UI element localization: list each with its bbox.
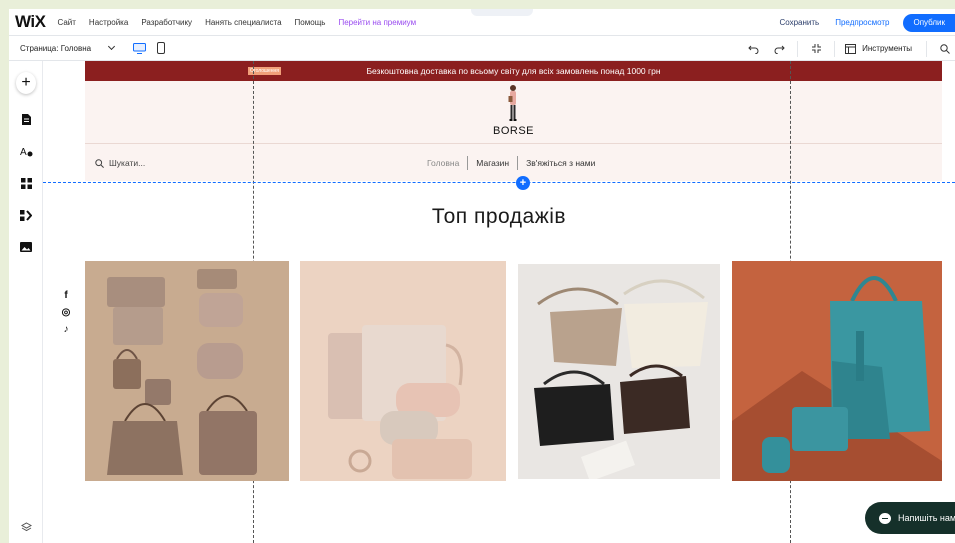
business-tools-icon xyxy=(20,209,32,221)
menu-upgrade[interactable]: Перейти на премиум xyxy=(338,18,416,27)
apps-button[interactable] xyxy=(16,173,36,193)
page-selector-label: Страница: Головна xyxy=(20,43,92,53)
page-icon xyxy=(21,113,31,125)
site-search[interactable]: Шукати... xyxy=(95,144,145,182)
chat-bubble-icon xyxy=(879,512,891,524)
undo-button[interactable] xyxy=(745,41,761,57)
business-button[interactable] xyxy=(16,205,36,225)
toolbar-divider xyxy=(834,40,836,57)
product-image[interactable] xyxy=(518,264,720,479)
site-menu: Головна Магазин Зв'яжіться з нами xyxy=(427,144,595,182)
image-icon xyxy=(20,242,32,252)
nav-divider xyxy=(467,156,469,170)
media-button[interactable] xyxy=(16,237,36,257)
chevron-down-icon xyxy=(108,42,116,51)
toolbar-divider xyxy=(926,40,927,57)
save-button[interactable]: Сохранить xyxy=(779,18,819,27)
section-title: Топ продажів xyxy=(431,205,567,228)
top-notch xyxy=(471,9,533,16)
layers-icon xyxy=(20,521,32,531)
plus-icon: + xyxy=(16,72,36,94)
publish-button[interactable]: Опублик xyxy=(903,13,955,32)
editor-toolbar: Страница: Головна Инструменты xyxy=(9,36,955,61)
pages-button[interactable] xyxy=(16,109,36,129)
zoom-out-button[interactable] xyxy=(808,41,824,57)
editor-frame: WiX Сайт Настройка Разработчику Нанять с… xyxy=(9,9,955,543)
mobile-icon xyxy=(157,42,166,54)
nav-shop[interactable]: Магазин xyxy=(476,158,509,168)
announcement-text: Безкоштовна доставка по всьому світу для… xyxy=(366,66,661,76)
search-icon xyxy=(940,43,950,54)
chat-label: Напишіть нам xyxy=(898,513,955,523)
brand-name: BORSE xyxy=(492,125,534,137)
text-paint-icon: A xyxy=(20,147,32,157)
redo-button[interactable] xyxy=(771,41,787,57)
menu-developer[interactable]: Разработчику xyxy=(141,18,192,27)
facebook-icon[interactable]: f xyxy=(61,290,71,301)
site-navbar: Шукати... Головна Магазин Зв'яжіться з н… xyxy=(85,143,942,181)
design-button[interactable]: A xyxy=(16,141,36,161)
toolbar-divider xyxy=(797,40,799,57)
menu-settings[interactable]: Настройка xyxy=(89,18,128,27)
tools-label: Инструменты xyxy=(862,44,912,53)
product-image[interactable] xyxy=(85,261,289,481)
top-bar: WiX Сайт Настройка Разработчику Нанять с… xyxy=(9,9,955,36)
chat-button[interactable]: Напишіть нам xyxy=(865,502,955,534)
search-placeholder: Шукати... xyxy=(109,158,146,168)
search-button[interactable] xyxy=(937,41,953,57)
product-image[interactable] xyxy=(732,261,942,481)
search-icon xyxy=(95,158,104,168)
desktop-view-button[interactable] xyxy=(132,41,146,55)
menu-site[interactable]: Сайт xyxy=(57,18,75,27)
apps-grid-icon xyxy=(20,177,32,189)
wix-logo[interactable]: WiX xyxy=(15,12,46,32)
brand-logo xyxy=(508,85,517,121)
desktop-icon xyxy=(132,42,146,54)
announcement-bar[interactable]: Безкоштовна доставка по всьому світу для… xyxy=(85,61,942,81)
tools-button[interactable]: Инструменты xyxy=(845,43,912,54)
nav-divider xyxy=(517,156,519,170)
mobile-view-button[interactable] xyxy=(154,41,168,55)
tools-icon xyxy=(845,43,857,54)
undo-icon xyxy=(747,45,759,54)
menu-help[interactable]: Помощь xyxy=(295,18,326,27)
instagram-icon[interactable]: ◎ xyxy=(61,307,71,318)
site-header[interactable]: BORSE xyxy=(85,81,942,143)
left-sidebar: + A xyxy=(9,61,43,543)
nav-home[interactable]: Головна xyxy=(427,158,459,168)
product-image[interactable] xyxy=(300,261,506,481)
add-elements-button[interactable]: + xyxy=(16,73,36,93)
section-divider xyxy=(43,182,955,183)
collapse-icon xyxy=(811,44,821,53)
menu-hire[interactable]: Нанять специалиста xyxy=(205,18,281,27)
nav-contact[interactable]: Зв'яжіться з нами xyxy=(526,158,595,168)
page-selector[interactable]: Страница: Головна xyxy=(20,42,116,53)
layers-button[interactable] xyxy=(16,517,36,537)
redo-icon xyxy=(774,45,785,54)
editor-canvas[interactable]: Безкоштовна доставка по всьому світу для… xyxy=(43,61,955,543)
add-section-button[interactable]: + xyxy=(516,176,530,190)
svg-text:A: A xyxy=(20,147,27,157)
preview-button[interactable]: Предпросмотр xyxy=(835,18,889,27)
tiktok-icon[interactable]: ♪ xyxy=(61,324,71,335)
